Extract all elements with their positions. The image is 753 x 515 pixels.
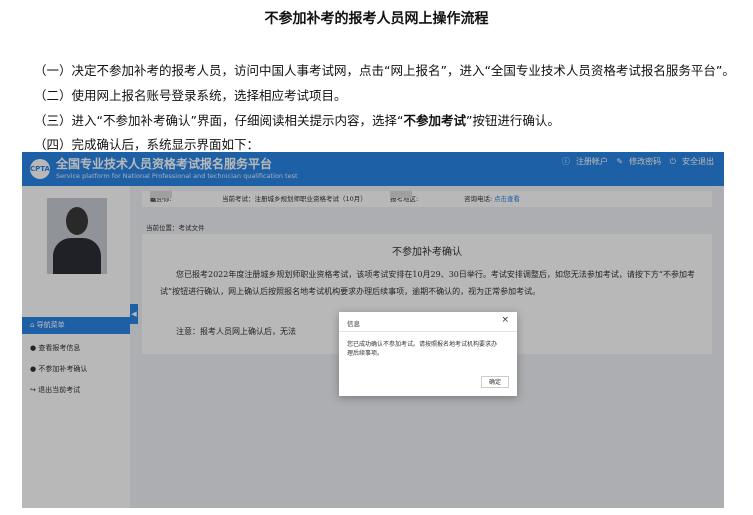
step-3-pre: （三）进入“不参加补考确认”界面，仔细阅读相关提示内容，选择“ bbox=[34, 113, 404, 128]
embedded-screenshot: CPTA 全国专业技术人员资格考试报名服务平台 Service platform… bbox=[22, 152, 724, 508]
step-2: （二）使用网上报名账号登录系统，选择相应考试项目。 bbox=[34, 88, 347, 103]
dialog-message: 您已成功确认不参加考试。请按照报名地考试机构要求办理后续事项。 bbox=[347, 341, 498, 357]
step-3-post: ”按钮进行确认。 bbox=[465, 113, 560, 128]
dialog-title: 信息 bbox=[347, 320, 360, 328]
close-icon[interactable]: × bbox=[501, 315, 509, 325]
ok-button[interactable]: 确定 bbox=[481, 376, 509, 388]
step-1: （一）决定不参加补考的报考人员，访问中国人事考试网，点击“网上报名”，进入“全国… bbox=[34, 63, 735, 78]
step-3-bold: 不参加考试 bbox=[403, 113, 466, 128]
step-3: （三）进入“不参加补考确认”界面，仔细阅读相关提示内容，选择“不参加考试”按钮进… bbox=[34, 110, 560, 129]
document-title: 不参加补考的报考人员网上操作流程 bbox=[264, 11, 489, 27]
step-4: （四）完成确认后，系统显示界面如下： bbox=[34, 137, 260, 152]
dialog-divider bbox=[339, 331, 517, 332]
info-dialog: 信息 × 您已成功确认不参加考试。请按照报名地考试机构要求办理后续事项。 确定 bbox=[339, 312, 517, 396]
